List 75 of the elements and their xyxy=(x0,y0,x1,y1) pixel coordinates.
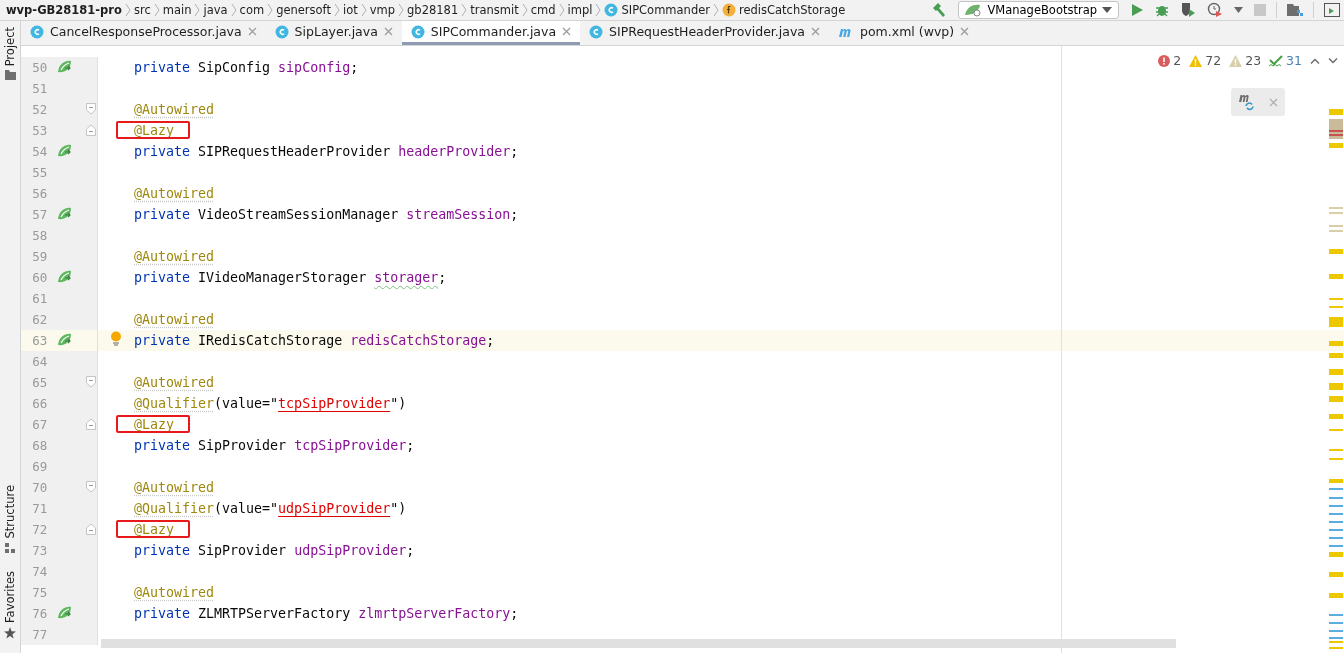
tool-window-button[interactable]: Structure xyxy=(3,485,17,539)
breadcrumb-item[interactable]: wvp-GB28181-pro xyxy=(6,3,122,17)
line-number: 73 xyxy=(31,542,48,558)
breadcrumb-item[interactable]: src xyxy=(133,3,151,17)
run-configuration-dropdown[interactable]: VManageBootstrap xyxy=(958,1,1119,19)
editor-tab[interactable]: CancelResponseProcessor.java xyxy=(21,21,266,45)
code-line: private VideoStreamSessionManager streamSession; xyxy=(134,206,519,222)
line-number: 71 xyxy=(31,500,48,516)
line-number: 63 xyxy=(31,332,48,348)
line-number: 75 xyxy=(31,584,48,600)
breadcrumb-item[interactable]: com xyxy=(239,3,265,17)
breadcrumb-item[interactable]: java xyxy=(203,3,228,17)
tool-window-button[interactable]: Project xyxy=(3,27,17,67)
error-count[interactable]: 2 xyxy=(1173,53,1182,68)
editor-tab[interactable]: SIPCommander.java xyxy=(401,21,581,45)
code-line: @Autowired xyxy=(134,248,215,264)
line-number: 62 xyxy=(31,311,48,327)
typo-count[interactable]: 31 xyxy=(1286,53,1302,68)
tool-window-button[interactable]: Favorites xyxy=(3,571,17,623)
code-line: @Lazy xyxy=(134,416,175,432)
line-number: 65 xyxy=(31,374,48,390)
line-number: 70 xyxy=(31,479,48,495)
line-number: 55 xyxy=(31,164,48,180)
breadcrumb-item[interactable]: SIPCommander xyxy=(621,3,710,17)
line-number: 57 xyxy=(31,206,48,222)
breadcrumb-item[interactable]: gb28181 xyxy=(407,3,459,17)
line-number: 64 xyxy=(31,353,48,369)
line-number: 50 xyxy=(31,59,48,75)
code-line: @Autowired xyxy=(134,479,215,495)
breadcrumb-item[interactable]: vmp xyxy=(369,3,396,17)
line-number: 54 xyxy=(31,143,48,159)
line-number: 76 xyxy=(31,605,48,621)
breadcrumb-item[interactable]: transmit xyxy=(470,3,519,17)
breadcrumb-item[interactable]: redisCatchStorage xyxy=(739,3,846,17)
code-line: private SipConfig sipConfig; xyxy=(134,59,359,75)
code-line: private SIPRequestHeaderProvider headerProvider; xyxy=(134,143,519,159)
weak-warning-count[interactable]: 23 xyxy=(1245,53,1262,68)
line-number: 61 xyxy=(31,290,48,306)
code-line: @Autowired xyxy=(134,185,215,201)
line-number: 74 xyxy=(31,563,48,579)
code-line: @Autowired xyxy=(134,584,215,600)
line-number: 77 xyxy=(31,626,48,642)
line-number: 59 xyxy=(31,248,48,264)
breadcrumb-item[interactable]: cmd xyxy=(530,3,556,17)
code-line: private IVideoManagerStorager storager; xyxy=(134,269,447,285)
code-line: @Lazy xyxy=(134,521,175,537)
line-number: 53 xyxy=(31,122,48,138)
line-number: 72 xyxy=(31,521,48,537)
breadcrumb-item[interactable]: genersoft xyxy=(276,3,331,17)
code-line: private SipProvider udpSipProvider; xyxy=(134,542,415,558)
breadcrumb-item[interactable]: iot xyxy=(343,3,358,17)
editor-tab[interactable]: SIPRequestHeaderProvider.java xyxy=(580,21,830,45)
line-number: 66 xyxy=(31,395,48,411)
code-line: @Qualifier(value="udpSipProvider") xyxy=(134,500,407,516)
code-line: @Autowired xyxy=(134,311,215,327)
breadcrumb-item[interactable]: main xyxy=(162,3,192,17)
code-line: @Lazy xyxy=(134,122,175,138)
line-number: 68 xyxy=(31,437,48,453)
line-number: 69 xyxy=(31,458,48,474)
breadcrumb-item[interactable]: impl xyxy=(567,3,593,17)
code-line: private IRedisCatchStorage redisCatchStorage; xyxy=(134,332,495,348)
code-line: private ZLMRTPServerFactory zlmrtpServerFactory; xyxy=(134,605,519,621)
line-number: 67 xyxy=(31,416,48,432)
line-number: 51 xyxy=(31,80,48,96)
editor-tab[interactable]: SipLayer.java xyxy=(265,21,402,45)
warning-count[interactable]: 72 xyxy=(1205,53,1222,68)
code-line: @Autowired xyxy=(134,101,215,117)
line-number: 58 xyxy=(31,227,48,243)
code-line: @Qualifier(value="tcpSipProvider") xyxy=(134,395,407,411)
code-line: @Autowired xyxy=(134,374,215,390)
line-number: 52 xyxy=(31,101,48,117)
editor-tab[interactable]: pom.xml (wvp) xyxy=(829,21,979,45)
line-number: 56 xyxy=(31,185,48,201)
line-number: 60 xyxy=(31,269,48,285)
code-line: private SipProvider tcpSipProvider; xyxy=(134,437,415,453)
